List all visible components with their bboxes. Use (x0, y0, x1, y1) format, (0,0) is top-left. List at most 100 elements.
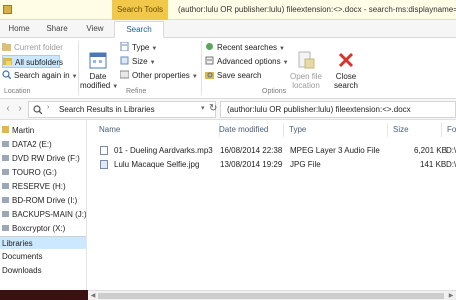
file-name: 01 - Dueling Aardvarks.mp3 (114, 146, 213, 155)
scrollbar-thumb[interactable] (98, 293, 444, 299)
column-header-date-modified[interactable]: Date modified (214, 123, 284, 137)
search-input[interactable]: (author:lulu OR publisher:lulu) fileexte… (220, 101, 456, 118)
type-label: Type (132, 43, 150, 52)
nav-item-drive[interactable]: BACKUPS-MAIN (J:) (0, 208, 86, 221)
nav-item-label: DATA2 (E:) (12, 140, 52, 149)
address-field[interactable]: › Search Results in Libraries ▾ ↻ (28, 101, 217, 118)
current-folder-label: Current folder (14, 43, 63, 52)
scroll-right-icon[interactable]: ▶ (446, 291, 456, 300)
search-icon (33, 105, 43, 116)
column-header-name[interactable]: Name (94, 123, 220, 137)
nav-item-libraries[interactable]: Libraries (0, 236, 86, 249)
chevron-right-icon: › (47, 104, 50, 111)
scroll-left-icon[interactable]: ◀ (88, 291, 98, 300)
recent-searches-button[interactable]: Recent searches ▼ (205, 41, 285, 54)
size-label: Size (132, 57, 148, 66)
audio-file-icon (100, 146, 108, 155)
nav-item-downloads[interactable]: Downloads (0, 264, 86, 277)
chevron-down-icon: ▼ (149, 60, 156, 66)
refine-group-label: Refine (126, 88, 147, 95)
other-properties-button[interactable]: Other properties ▼ (119, 69, 198, 82)
recent-searches-label: Recent searches (217, 43, 278, 52)
address-bar: ‹ › › Search Results in Libraries ▾ ↻ (a… (0, 99, 456, 120)
recent-searches-icon (205, 42, 214, 51)
ribbon: Current folder All subfolders Search aga… (0, 38, 456, 99)
date-modified-button[interactable]: Date modified ▼ (80, 41, 119, 92)
search-again-in-button[interactable]: Search again in ▼ (2, 69, 78, 82)
folder-tree-icon (3, 57, 12, 66)
file-type: MPEG Layer 3 Audio File (290, 146, 380, 155)
file-date: 16/08/2014 22:38 (220, 146, 283, 155)
forward-arrow-icon[interactable]: › (14, 103, 26, 115)
advanced-options-label: Advanced options (217, 57, 281, 66)
drive-icon (2, 169, 9, 175)
ribbon-tabs: Home Share View Search (0, 20, 456, 38)
drive-icon (2, 211, 9, 217)
file-size: 6,201 KB (414, 146, 447, 155)
options-group-label: Options (262, 88, 287, 95)
size-icon (120, 56, 129, 65)
file-name: Lulu Macaque Selfie.jpg (114, 160, 200, 169)
close-search-button[interactable]: Close search (328, 41, 364, 90)
open-file-location-button[interactable]: Open file location (286, 41, 326, 90)
nav-item-drive[interactable]: Boxcryptor (X:) (0, 222, 86, 235)
refresh-icon[interactable]: ↻ (209, 103, 217, 114)
calendar-icon (88, 50, 108, 70)
image-file-icon (100, 160, 108, 169)
location-group-label: Location (4, 88, 31, 95)
nav-item-label: DVD RW Drive (F:) (12, 154, 80, 163)
nav-item-user[interactable]: Martin (0, 124, 86, 137)
column-header-folder[interactable]: Fo (442, 123, 456, 137)
current-folder-button[interactable]: Current folder (2, 41, 63, 54)
window-title: (author:lulu OR publisher:lulu) fileexte… (178, 5, 456, 14)
search-icon (2, 70, 12, 80)
folder-icon (2, 42, 11, 51)
bd-rom-drive-icon (2, 197, 9, 203)
title-bar: Search Tools (author:lulu OR publisher:l… (0, 0, 456, 20)
address-path: Search Results in Libraries (59, 105, 155, 114)
horizontal-scrollbar[interactable]: ◀ ▶ (88, 290, 456, 300)
tab-view[interactable]: View (80, 21, 110, 38)
nav-item-label: Martin (12, 126, 35, 135)
tab-search[interactable]: Search (114, 21, 164, 38)
search-again-label: Search again in (14, 71, 70, 80)
nav-item-label: Libraries (2, 239, 33, 248)
drive-icon (2, 141, 9, 147)
all-subfolders-button[interactable]: All subfolders (2, 55, 64, 68)
all-subfolders-label: All subfolders (15, 58, 64, 67)
separator (78, 41, 79, 95)
chevron-down-icon: ▼ (112, 84, 119, 90)
nav-item-drive[interactable]: TOURO (G:) (0, 166, 86, 179)
nav-item-documents[interactable]: Documents (0, 250, 86, 263)
chevron-down-icon: ▼ (191, 74, 198, 80)
nav-item-drive[interactable]: BD-ROM Drive (I:) (0, 194, 86, 207)
file-list: Name Date modified Type Size Fo 01 - Due… (88, 120, 456, 290)
advanced-options-icon (205, 56, 214, 65)
nav-item-label: BD-ROM Drive (I:) (12, 196, 78, 205)
desktop-background (0, 290, 88, 300)
file-type: JPG File (290, 160, 321, 169)
nav-item-drive[interactable]: DATA2 (E:) (0, 138, 86, 151)
drive-icon (2, 183, 9, 189)
table-row[interactable]: Lulu Macaque Selfie.jpg 13/08/2014 19:29… (94, 158, 456, 171)
folder-icon[interactable] (3, 5, 12, 14)
save-search-label: Save search (217, 71, 262, 80)
nav-item-label: Downloads (2, 266, 42, 275)
nav-item-drive[interactable]: RESERVE (H:) (0, 180, 86, 193)
size-button[interactable]: Size ▼ (120, 55, 170, 68)
back-arrow-icon[interactable]: ‹ (2, 103, 14, 115)
advanced-options-button[interactable]: Advanced options ▼ (205, 55, 289, 68)
nav-item-drive[interactable]: DVD RW Drive (F:) (0, 152, 86, 165)
save-search-button[interactable]: Save search (205, 69, 269, 82)
table-row[interactable]: 01 - Dueling Aardvarks.mp3 16/08/2014 22… (94, 144, 456, 157)
column-header-type[interactable]: Type (284, 123, 388, 137)
chevron-down-icon: ▼ (71, 74, 78, 80)
open-file-location-label: Open file location (289, 72, 323, 90)
column-header-size[interactable]: Size (388, 123, 442, 137)
tab-share[interactable]: Share (42, 21, 72, 38)
tab-home[interactable]: Home (4, 21, 34, 38)
type-button[interactable]: Type ▼ (120, 41, 170, 54)
close-search-label: Close search (333, 72, 358, 90)
chevron-down-icon[interactable]: ▾ (201, 104, 205, 112)
chevron-down-icon: ▼ (151, 46, 158, 52)
